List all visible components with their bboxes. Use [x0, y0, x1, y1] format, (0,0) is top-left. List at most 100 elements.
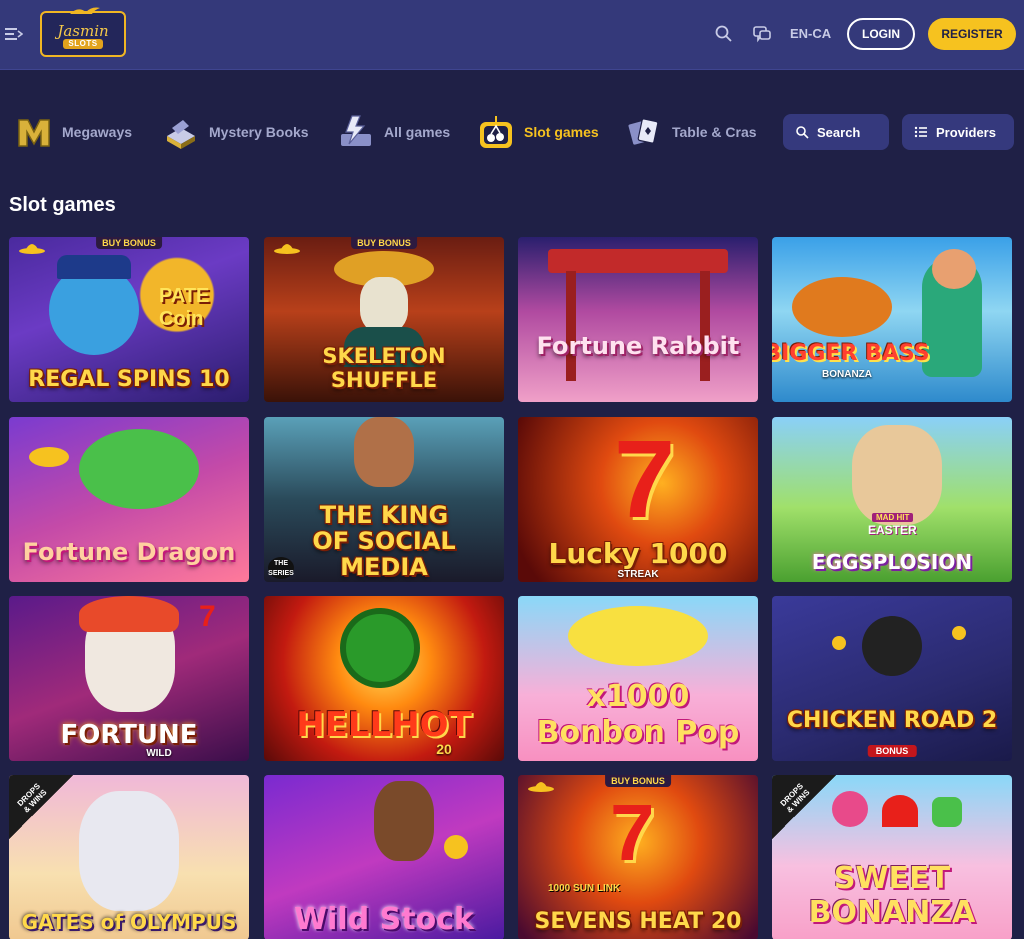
seven-symbol: 7	[199, 600, 216, 633]
seven-symbol: 7	[610, 788, 655, 877]
game-title: Lucky 1000	[548, 537, 728, 570]
category-label: Mystery Books	[209, 124, 309, 140]
game-title: SWEET BONANZA	[808, 861, 976, 930]
rockstar-character	[374, 781, 434, 861]
game-tile-sevens-heat-20[interactable]: BUY BONUS 7 1000 SUN LINK SEVENS HEAT 20	[518, 775, 758, 939]
game-tile-gates-of-olympus[interactable]: DROPS & WINS GATES of OLYMPUS	[9, 775, 249, 939]
drops-wins-badge: DROPS & WINS	[9, 775, 73, 839]
game-tile-lucky-1000[interactable]: 7 Lucky 1000 STREAK	[518, 417, 758, 582]
green-candy	[932, 797, 962, 827]
skull-character	[360, 277, 408, 333]
game-subtitle: BONANZA	[822, 369, 872, 380]
game-tile-regal-spins[interactable]: BUY BONUS PATE Coin REGAL SPINS 10	[9, 237, 249, 402]
buy-bonus-badge: BUY BONUS	[605, 775, 671, 787]
game-title: GATES of OLYMPUS	[21, 910, 237, 934]
category-label: Table & Cras	[672, 124, 757, 140]
game-tile-skeleton-shuffle[interactable]: BUY BONUS SKELETON SHUFFLE	[264, 237, 504, 402]
game-tile-easter-eggsplosion[interactable]: MAD HIT EASTER EGGSPLOSION	[772, 417, 1012, 582]
top-header: Jasmin SLOTS EN-CA LOGIN REGISTER	[0, 0, 1024, 70]
category-label: All games	[384, 124, 451, 140]
search-icon[interactable]	[714, 24, 734, 44]
category-nav: Megaways Mystery Books All games Slot ga…	[0, 108, 770, 158]
game-title: HELLHOT	[296, 705, 472, 745]
dragon-character	[79, 429, 199, 509]
game-title: Fortune Rabbit	[536, 332, 740, 360]
game-tile-fortune-dragon[interactable]: Fortune Dragon	[9, 417, 249, 582]
lollipop-candy	[832, 791, 868, 827]
chat-icon[interactable]	[752, 24, 772, 44]
gold-ingot	[29, 447, 69, 467]
register-button[interactable]: REGISTER	[928, 18, 1016, 50]
site-logo[interactable]: Jasmin SLOTS	[40, 7, 126, 57]
drops-wins-label: DROPS & WINS	[15, 781, 49, 815]
lamp-icon	[70, 7, 100, 14]
game-tile-hellhot-20[interactable]: HELLHOT 20	[264, 596, 504, 761]
category-slot-games[interactable]: Slot games	[478, 114, 599, 150]
book-icon	[167, 120, 195, 149]
smiley-coin	[444, 835, 468, 859]
game-tile-bigger-bass[interactable]: BIGGER BASS BONANZA	[772, 237, 1012, 402]
category-all-games[interactable]: All games	[338, 114, 450, 150]
chicken-character	[862, 616, 922, 676]
game-tile-sweet-bonanza[interactable]: DROPS & WINS SWEET BONANZA	[772, 775, 1012, 939]
logo-sub: SLOTS	[63, 39, 103, 49]
drops-wins-label: DROPS & WINS	[778, 781, 812, 815]
gate-pillar	[566, 271, 576, 381]
cherry-icon	[480, 116, 512, 148]
coin-symbol	[952, 626, 966, 640]
game-title: SKELETON SHUFFLE	[322, 344, 446, 392]
jester-hat	[79, 596, 179, 632]
bonus-tag: BONUS	[867, 745, 917, 757]
category-label: Megaways	[62, 124, 133, 140]
game-title: Fortune Dragon	[22, 538, 236, 566]
hat-icon	[274, 244, 300, 254]
login-button[interactable]: LOGIN	[847, 18, 915, 50]
zeus-character	[79, 791, 179, 911]
list-icon	[914, 126, 927, 138]
providers-button-label: Providers	[936, 124, 996, 140]
category-megaways[interactable]: Megaways	[16, 114, 132, 150]
category-mystery-books[interactable]: Mystery Books	[163, 114, 309, 150]
game-tile-fortune-wild[interactable]: 7 FORTUNE WILD	[9, 596, 249, 761]
cards-icon	[627, 118, 659, 146]
buy-bonus-badge: BUY BONUS	[351, 237, 417, 249]
bass-fish	[792, 277, 892, 337]
game-tile-bonbon-pop[interactable]: x1000 Bonbon Pop	[518, 596, 758, 761]
game-tile-fortune-rabbit[interactable]: Fortune Rabbit	[518, 237, 758, 402]
game-tile-wild-stock[interactable]: Wild Stock	[264, 775, 504, 939]
game-tile-chicken-road-2[interactable]: CHICKEN ROAD 2 BONUS	[772, 596, 1012, 761]
language-selector[interactable]: EN-CA	[790, 26, 831, 41]
gate-pillar	[700, 271, 710, 381]
game-tile-king-of-social-media[interactable]: THE SERIES THE KING OF SOCIAL MEDIA	[264, 417, 504, 582]
all-games-icon	[341, 115, 371, 146]
heart-candy	[882, 795, 918, 827]
game-subtitle: WILD	[146, 748, 172, 759]
menu-toggle-icon[interactable]	[5, 26, 23, 42]
search-button-label: Search	[817, 124, 861, 140]
mad-hit-tag: MAD HIT	[872, 513, 914, 522]
bunny-character	[852, 425, 942, 525]
game-subtitle: STREAK	[617, 569, 659, 580]
game-title: THE KING OF SOCIAL MEDIA	[312, 501, 456, 581]
game-extra-label: PATE Coin	[159, 285, 210, 330]
police-cap	[57, 255, 131, 279]
section-title: Slot games	[9, 194, 116, 216]
coin-symbol	[832, 636, 846, 650]
game-title: CHICKEN ROAD 2	[786, 708, 998, 733]
search-button[interactable]: Search	[783, 114, 889, 150]
fisherman-head	[932, 249, 976, 289]
hat-icon	[528, 782, 554, 792]
lucky-seven-symbol: 7	[614, 418, 676, 541]
sun-link-label: 1000 SUN LINK	[548, 883, 621, 894]
game-title: Wild Stock	[294, 902, 474, 937]
drops-wins-badge: DROPS & WINS	[772, 775, 836, 839]
megaways-icon	[18, 119, 50, 147]
providers-button[interactable]: Providers	[902, 114, 1014, 150]
game-extra-label: EASTER	[868, 523, 917, 537]
hat-icon	[19, 244, 45, 254]
game-title: x1000 Bonbon Pop	[536, 679, 740, 750]
game-title: REGAL SPINS 10	[28, 367, 230, 392]
series-badge: THE SERIES	[268, 557, 294, 579]
category-table-crash[interactable]: Table & Cras	[626, 114, 757, 150]
game-subtitle: 20	[436, 741, 452, 757]
